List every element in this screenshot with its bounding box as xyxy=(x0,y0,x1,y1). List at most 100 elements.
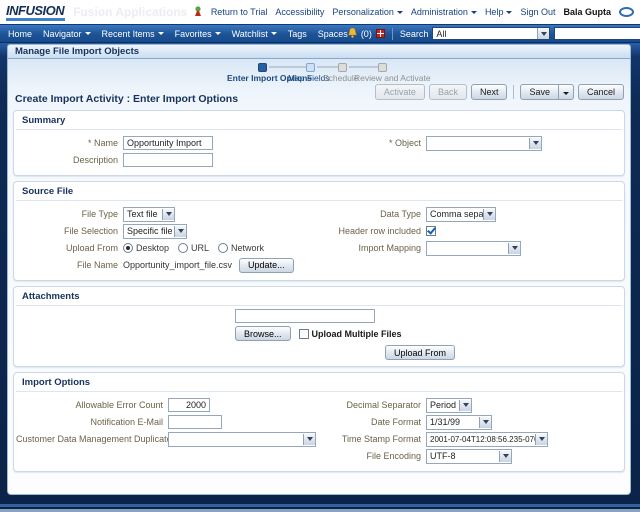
upload-multiple-files-checkbox[interactable] xyxy=(299,329,309,339)
data-type-select[interactable]: Comma separated xyxy=(426,207,496,222)
sign-out-link[interactable]: Sign Out xyxy=(520,7,555,17)
cdm-duplicates-select[interactable] xyxy=(168,432,316,447)
train-stop-review-and-activate xyxy=(378,63,387,72)
upload-from-url-option[interactable]: URL xyxy=(178,243,209,253)
decimal-separator-select[interactable]: Period xyxy=(426,398,472,413)
file-type-select[interactable]: Text file xyxy=(123,207,175,222)
chevron-down-icon xyxy=(158,32,164,35)
next-button[interactable]: Next xyxy=(471,84,508,100)
back-button[interactable]: Back xyxy=(429,84,467,100)
browse-button[interactable]: Browse... xyxy=(235,326,291,341)
chevron-down-icon xyxy=(535,434,547,445)
chevron-down-icon xyxy=(303,434,315,445)
train-progress: Enter Import Options Map Fields Schedule… xyxy=(8,62,630,84)
chevron-down-icon xyxy=(563,92,569,95)
file-name-label: File Name xyxy=(16,260,123,270)
chevron-down-icon xyxy=(483,209,495,220)
radio-icon xyxy=(218,243,228,253)
upload-from-button[interactable]: Upload From xyxy=(385,345,455,360)
chevron-down-icon xyxy=(471,11,477,14)
name-input[interactable] xyxy=(123,136,213,150)
train-stop-map-fields[interactable] xyxy=(306,63,315,72)
nav-tags[interactable]: Tags xyxy=(288,29,307,39)
notification-email-input[interactable] xyxy=(168,415,222,429)
object-select[interactable] xyxy=(426,136,542,151)
save-dropdown-button[interactable] xyxy=(559,84,574,100)
data-type-label: Data Type xyxy=(334,209,426,219)
upload-multiple-files-label: Upload Multiple Files xyxy=(312,329,402,339)
attachments-section: Attachments Browse... Upload Multiple Fi… xyxy=(13,286,625,367)
file-selection-select[interactable]: Specific file xyxy=(123,224,187,239)
administration-menu[interactable]: Administration xyxy=(411,7,477,17)
upload-multiple-files-option[interactable]: Upload Multiple Files xyxy=(299,329,402,339)
notification-email-label: Notification E-Mail xyxy=(16,417,168,427)
attachments-section-title: Attachments xyxy=(16,289,622,306)
nav-spaces[interactable]: Spaces xyxy=(318,29,348,39)
main-navbar: Home Navigator Recent Items Favorites Wa… xyxy=(0,24,640,43)
train-label: Review and Activate xyxy=(354,73,431,83)
accessibility-link[interactable]: Accessibility xyxy=(275,7,324,17)
chevron-down-icon xyxy=(506,11,512,14)
time-stamp-format-select[interactable]: 2001-07-04T12:08:56.235-0700 xyxy=(426,432,548,447)
source-file-section-title: Source File xyxy=(16,184,622,201)
train-connector xyxy=(349,66,378,68)
chevron-down-icon xyxy=(397,11,403,14)
import-mapping-label: Import Mapping xyxy=(334,243,426,253)
update-button[interactable]: Update... xyxy=(239,258,294,273)
file-selection-label: File Selection xyxy=(16,226,123,236)
file-type-label: File Type xyxy=(16,209,123,219)
return-to-trial-link[interactable]: Return to Trial xyxy=(211,7,268,17)
chevron-down-icon xyxy=(162,209,174,220)
date-format-select[interactable]: 1/31/99 xyxy=(426,415,492,430)
module-header: Manage File Import Objects xyxy=(7,44,631,59)
search-input[interactable] xyxy=(554,27,640,40)
import-options-section: Import Options Allowable Error Count Not… xyxy=(13,372,625,472)
save-button[interactable]: Save xyxy=(520,84,559,100)
page-title: Create Import Activity : Enter Import Op… xyxy=(15,93,238,105)
activate-button[interactable]: Activate xyxy=(375,84,425,100)
module-title: Manage File Import Objects xyxy=(15,46,139,57)
header-row-included-checkbox[interactable] xyxy=(426,226,436,236)
date-format-label: Date Format xyxy=(334,417,426,427)
global-header: INFUSION Fusion Applications Return to T… xyxy=(0,0,640,24)
import-mapping-select[interactable] xyxy=(426,241,521,256)
notifications-bell-icon[interactable] xyxy=(348,28,357,40)
chevron-down-icon xyxy=(85,32,91,35)
personalization-menu[interactable]: Personalization xyxy=(332,7,403,17)
nav-watchlist[interactable]: Watchlist xyxy=(232,29,277,39)
nav-navigator[interactable]: Navigator xyxy=(43,29,91,39)
fusion-applications-watermark: Fusion Applications xyxy=(73,5,187,19)
name-label: * Name xyxy=(16,138,123,148)
cancel-button[interactable]: Cancel xyxy=(578,84,624,100)
nav-recent-items[interactable]: Recent Items xyxy=(102,29,164,39)
upload-from-label: Upload From xyxy=(16,243,123,253)
nav-home[interactable]: Home xyxy=(8,29,32,39)
notifications-count[interactable]: (0) xyxy=(361,29,372,39)
header-row-included-label: Header row included xyxy=(334,226,426,236)
train-connector xyxy=(269,66,306,68)
import-options-section-title: Import Options xyxy=(16,375,622,392)
train-stop-enter-import-options[interactable] xyxy=(258,63,267,72)
chevron-down-icon xyxy=(508,243,520,254)
decimal-separator-label: Decimal Separator xyxy=(334,400,426,410)
upload-from-desktop-option[interactable]: Desktop xyxy=(123,243,169,253)
radio-icon xyxy=(178,243,188,253)
nav-favorites[interactable]: Favorites xyxy=(175,29,221,39)
search-scope-select[interactable]: All xyxy=(432,27,550,40)
worklist-icon[interactable] xyxy=(376,29,385,38)
infusion-logo: INFUSION xyxy=(6,3,65,21)
description-label: Description xyxy=(16,155,123,165)
time-stamp-format-label: Time Stamp Format xyxy=(334,434,426,444)
oracle-logo xyxy=(619,7,634,17)
object-label: * Object xyxy=(334,138,426,148)
file-encoding-label: File Encoding xyxy=(334,451,426,461)
logged-in-user: Bala Gupta xyxy=(563,7,611,17)
attachment-file-input[interactable] xyxy=(235,309,375,323)
allowable-error-count-input[interactable] xyxy=(168,398,210,412)
help-menu[interactable]: Help xyxy=(485,7,513,17)
description-input[interactable] xyxy=(123,153,213,167)
chevron-down-icon xyxy=(499,451,511,462)
upload-from-network-option[interactable]: Network xyxy=(218,243,264,253)
chevron-down-icon xyxy=(529,138,541,149)
file-encoding-select[interactable]: UTF-8 xyxy=(426,449,512,464)
